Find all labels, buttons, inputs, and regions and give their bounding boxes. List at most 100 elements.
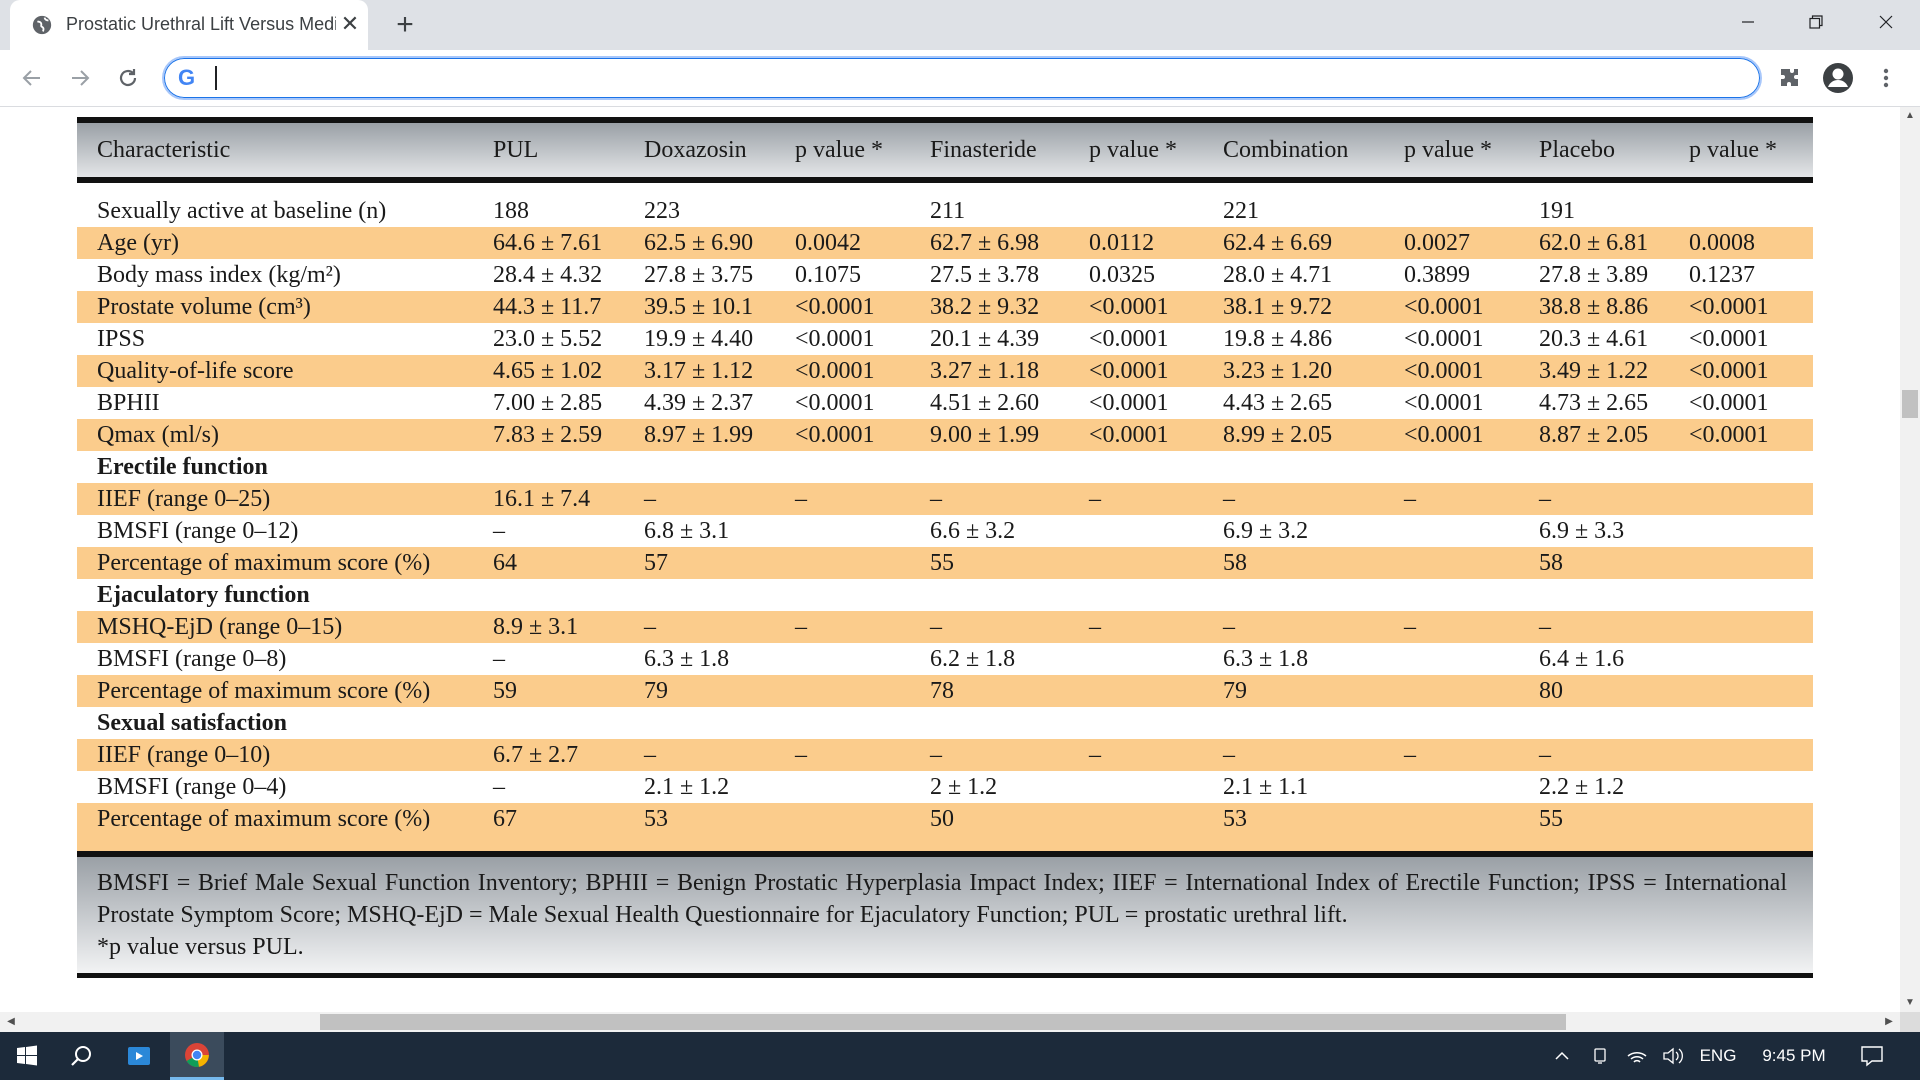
- table-cell: 6.2 ± 1.8: [930, 645, 1016, 672]
- table-cell: 64: [473, 547, 624, 579]
- table-cell: <0.0001: [1384, 291, 1519, 323]
- notification-icon[interactable]: [1852, 1032, 1892, 1080]
- horizontal-scroll-thumb[interactable]: [320, 1014, 1566, 1030]
- table-cell: 19.9 ± 4.40: [644, 325, 754, 352]
- scroll-left-icon[interactable]: ◀: [2, 1012, 20, 1032]
- table-cell: [1669, 451, 1813, 483]
- table-row: Qmax (ml/s) 7.83 ± 2.59 8.97 ± 1.99 <0.0001…: [77, 419, 1813, 451]
- table-cell: 38.2 ± 9.32: [910, 291, 1069, 323]
- vertical-scrollbar[interactable]: ▲ ▼: [1900, 107, 1920, 1012]
- network-icon[interactable]: [1586, 1032, 1614, 1080]
- table-row: Percentage of maximum score (%) 59 79 78 79 8…: [77, 675, 1813, 707]
- address-input[interactable]: [214, 62, 1718, 96]
- table-cell: 20.3 ± 4.61: [1539, 325, 1649, 352]
- table-body: Sexually active at baseline (n) 188 223 211…: [77, 183, 1813, 851]
- table-cell: 2 ± 1.2: [930, 773, 998, 800]
- table-cell: 6.8 ± 3.1: [644, 517, 730, 544]
- table-cell: 6.3 ± 1.8: [644, 645, 730, 672]
- table-row: IIEF (range 0–10) 6.7 ± 2.7– – – – – – –: [77, 739, 1813, 771]
- table-cell: <0.0001: [1069, 419, 1203, 451]
- table-cell: 4.65 ± 1.02: [473, 355, 624, 387]
- row-label-cell: IIEF (range 0–25): [77, 483, 473, 515]
- tab-strip: Prostatic Urethral Lift Versus Medical T…: [0, 0, 1920, 50]
- back-arrow-icon[interactable]: [16, 62, 48, 94]
- table-cell: 62.7 ± 6.98: [910, 227, 1069, 259]
- table-cell: [1069, 803, 1203, 835]
- table-cell: [1384, 515, 1519, 547]
- chevron-up-icon[interactable]: [1548, 1032, 1576, 1080]
- windows-start-icon[interactable]: [0, 1032, 54, 1080]
- table-cell: [1384, 195, 1519, 227]
- volume-icon[interactable]: [1658, 1032, 1688, 1080]
- section-header-row: Erectile function: [77, 451, 1813, 483]
- table-cell: –: [1069, 611, 1203, 643]
- table-cell: 44.3 ± 11.7: [473, 291, 624, 323]
- reload-icon[interactable]: [112, 62, 144, 94]
- table-cell: 2.1 ± 1.1: [1223, 773, 1309, 800]
- table-cell: 211: [930, 197, 966, 224]
- minimize-icon[interactable]: [1718, 0, 1778, 44]
- table-cell: 28.0 ± 4.71: [1223, 261, 1333, 288]
- table-cell: –: [1069, 739, 1203, 771]
- table-cell: <0.0001: [1669, 355, 1813, 387]
- table-cell: [1669, 675, 1813, 707]
- table-cell: 3.27 ± 1.18: [910, 355, 1069, 387]
- address-bar[interactable]: G: [162, 56, 1762, 100]
- table-cell: [1669, 611, 1813, 643]
- profile-icon[interactable]: [1822, 62, 1854, 94]
- tab-active[interactable]: Prostatic Urethral Lift Versus Medical T…: [10, 0, 368, 50]
- row-label-cell: Sexually active at baseline (n): [97, 197, 387, 224]
- close-icon[interactable]: ✕: [336, 10, 364, 38]
- table-cell: [1669, 195, 1813, 227]
- table-cell: [1384, 675, 1519, 707]
- clock[interactable]: 9:45 PM: [1752, 1032, 1836, 1080]
- table-cell: 0.0042: [775, 227, 910, 259]
- kebab-menu-icon[interactable]: [1870, 62, 1902, 94]
- extensions-puzzle-icon[interactable]: [1774, 62, 1806, 94]
- table-cell: [775, 579, 910, 611]
- table-cell: [1519, 707, 1669, 739]
- scroll-up-icon[interactable]: ▲: [1900, 107, 1920, 125]
- column-header: Placebo: [1519, 123, 1669, 177]
- table-cell: 19.8 ± 4.86: [1223, 325, 1333, 352]
- table-cell: <0.0001: [1669, 291, 1813, 323]
- table-cell: –: [775, 611, 910, 643]
- table-cell: [910, 579, 1069, 611]
- row-label-cell: BMSFI (range 0–4): [97, 773, 287, 800]
- forward-arrow-icon[interactable]: [64, 62, 96, 94]
- table-cell: –: [1384, 483, 1519, 515]
- vertical-scroll-thumb[interactable]: [1902, 390, 1918, 418]
- horizontal-scrollbar[interactable]: ◀ ▶: [0, 1012, 1900, 1032]
- table-cell: 59: [473, 675, 624, 707]
- table-cell: –: [910, 611, 1069, 643]
- table-cell: 221: [1223, 197, 1259, 224]
- footnote-abbreviations: BMSFI = Brief Male Sexual Function Inven…: [97, 870, 1787, 928]
- table-cell: 4.73 ± 2.65: [1539, 389, 1649, 416]
- plus-icon[interactable]: +: [388, 8, 422, 42]
- table-cell: 38.1 ± 9.72: [1203, 291, 1384, 323]
- table-cell: <0.0001: [1689, 325, 1769, 352]
- table-cell: 39.5 ± 10.1: [624, 291, 775, 323]
- chrome-icon[interactable]: [170, 1032, 224, 1080]
- search-icon[interactable]: [54, 1032, 108, 1080]
- table-cell: [1069, 707, 1203, 739]
- table-cell: –: [1203, 739, 1384, 771]
- table-row: BMSFI (range 0–4) – 2.1 ± 1.2 2 ± 1.2 2.1 ± …: [77, 771, 1813, 803]
- language-indicator[interactable]: ENG: [1694, 1032, 1742, 1080]
- wifi-icon[interactable]: [1622, 1032, 1652, 1080]
- table-cell: <0.0001: [795, 389, 875, 416]
- app-icon[interactable]: [112, 1032, 166, 1080]
- table-cell: [910, 451, 1069, 483]
- table-row: Prostate volume (cm³) 44.3 ± 11.7 39.5 ± 1…: [77, 291, 1813, 323]
- scroll-right-icon[interactable]: ▶: [1880, 1012, 1898, 1032]
- table-cell: 0.0112: [1069, 227, 1203, 259]
- table-row: Sexually active at baseline (n) 188 223 211…: [77, 195, 1813, 227]
- table-cell: [1069, 547, 1203, 579]
- table-cell: –: [1519, 611, 1669, 643]
- table-cell: 55: [910, 547, 1069, 579]
- table-spacer: [77, 183, 1813, 195]
- scroll-down-icon[interactable]: ▼: [1900, 994, 1920, 1012]
- restore-icon[interactable]: [1786, 0, 1846, 44]
- window-close-icon[interactable]: [1856, 0, 1916, 44]
- table-row: IPSS 23.0 ± 5.52 19.9 ± 4.40 <0.0001 20.1 ± …: [77, 323, 1813, 355]
